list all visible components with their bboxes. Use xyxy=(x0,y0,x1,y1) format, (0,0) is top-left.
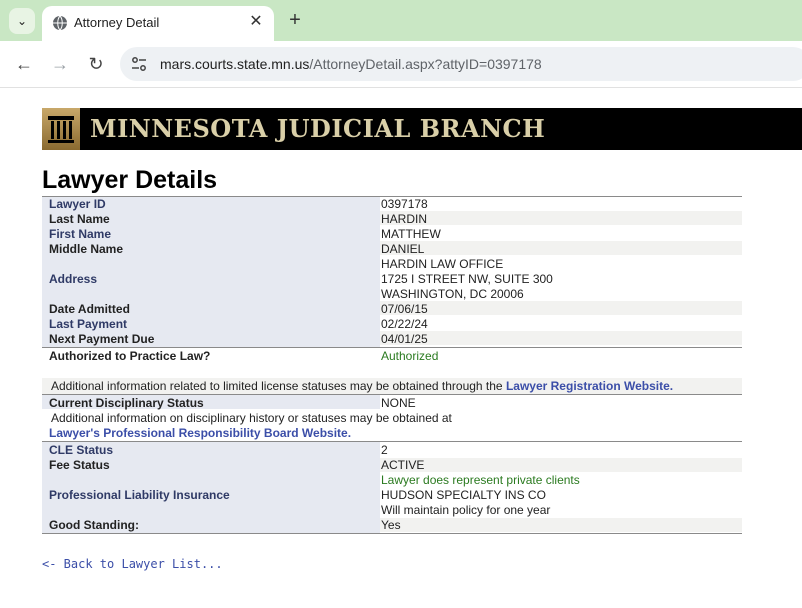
fee-status-label: Fee Status xyxy=(49,458,110,472)
insurance-line-2: HUDSON SPECIALTY INS CO xyxy=(381,488,546,502)
address-line-2: 1725 I STREET NW, SUITE 300 xyxy=(381,272,553,286)
next-payment-label: Next Payment Due xyxy=(49,332,155,346)
address-line-3: WASHINGTON, DC 20006 xyxy=(381,287,524,301)
professional-responsibility-link[interactable]: Lawyer's Professional Responsibility Boa… xyxy=(49,426,351,440)
license-note-text: Additional information related to limite… xyxy=(51,379,503,393)
address-line-1: HARDIN LAW OFFICE xyxy=(381,257,504,271)
date-admitted-label: Date Admitted xyxy=(49,302,130,316)
address-bar[interactable]: mars.courts.state.mn.us/AttorneyDetail.a… xyxy=(120,47,802,81)
page-content: MINNESOTA JUDICIAL BRANCH Lawyer Details… xyxy=(0,88,802,608)
good-standing-label: Good Standing: xyxy=(49,518,139,532)
insurance-line-1: Lawyer does represent private clients xyxy=(381,473,580,487)
last-payment-label: Last Payment xyxy=(49,317,128,331)
disciplinary-note: Additional information on disciplinary h… xyxy=(51,411,452,425)
cle-status-value: 2 xyxy=(381,443,388,457)
page-title: Lawyer Details xyxy=(42,166,218,194)
new-tab-button[interactable]: + xyxy=(284,9,306,31)
good-standing-value: Yes xyxy=(381,518,401,532)
tab-title: Attorney Detail xyxy=(74,15,160,30)
divider xyxy=(42,394,742,395)
banner-title: MINNESOTA JUDICIAL BRANCH xyxy=(90,114,546,143)
first-name-label: First Name xyxy=(49,227,112,241)
row-stripe xyxy=(380,241,742,255)
authorized-label: Authorized to Practice Law? xyxy=(49,349,211,363)
url-path: /AttorneyDetail.aspx?attyID=0397178 xyxy=(309,56,542,72)
next-payment-value: 04/01/25 xyxy=(381,332,428,346)
chevron-down-icon: ⌄ xyxy=(16,14,28,28)
last-name-value: HARDIN xyxy=(381,212,428,226)
close-icon[interactable]: ✕ xyxy=(246,12,266,32)
row-stripe xyxy=(380,211,742,225)
divider xyxy=(42,347,742,348)
date-admitted-value: 07/06/15 xyxy=(381,302,428,316)
insurance-label: Professional Liability Insurance xyxy=(49,488,230,502)
last-name-label: Last Name xyxy=(49,212,110,226)
url-host: mars.courts.state.mn.us xyxy=(160,56,310,72)
row-stripe xyxy=(380,518,742,532)
back-arrow-icon[interactable]: ← xyxy=(13,53,35,75)
insurance-line-3: Will maintain policy for one year xyxy=(381,503,551,517)
back-to-lawyer-list-link[interactable]: <- Back to Lawyer List... xyxy=(42,557,223,571)
last-payment-value: 02/22/24 xyxy=(381,317,428,331)
disciplinary-label: Current Disciplinary Status xyxy=(49,396,204,410)
row-stripe xyxy=(380,458,742,472)
tab-attorney-detail[interactable]: Attorney Detail ✕ xyxy=(42,6,274,41)
license-note: Additional information related to limite… xyxy=(51,379,673,393)
browser-toolbar: ← → ↻ mars.courts.state.mn.us/AttorneyDe… xyxy=(0,41,802,88)
site-info-icon[interactable] xyxy=(130,56,148,72)
lawyer-id-value: 0397178 xyxy=(381,197,428,211)
address-label: Address xyxy=(49,272,98,286)
row-stripe xyxy=(380,331,742,345)
url-text: mars.courts.state.mn.us/AttorneyDetail.a… xyxy=(160,56,542,72)
middle-name-value: DANIEL xyxy=(381,242,425,256)
divider xyxy=(42,533,742,534)
divider xyxy=(42,441,742,442)
authorized-value: Authorized xyxy=(381,349,439,363)
first-name-value: MATTHEW xyxy=(381,227,441,241)
row-stripe xyxy=(380,301,742,315)
lawyer-id-label: Lawyer ID xyxy=(49,197,106,211)
site-banner: MINNESOTA JUDICIAL BRANCH xyxy=(42,108,802,150)
reload-icon[interactable]: ↻ xyxy=(85,53,107,75)
middle-name-label: Middle Name xyxy=(49,242,124,256)
fee-status-value: ACTIVE xyxy=(381,458,425,472)
forward-arrow-icon[interactable]: → xyxy=(49,53,71,75)
tab-strip: ⌄ Attorney Detail ✕ + xyxy=(0,0,802,41)
globe-icon xyxy=(53,15,67,31)
lawyer-registration-link[interactable]: Lawyer Registration Website. xyxy=(506,379,673,393)
tab-search-button[interactable]: ⌄ xyxy=(9,8,35,34)
disciplinary-value: NONE xyxy=(381,396,416,410)
courthouse-logo-icon xyxy=(42,108,80,150)
cle-status-label: CLE Status xyxy=(49,443,114,457)
